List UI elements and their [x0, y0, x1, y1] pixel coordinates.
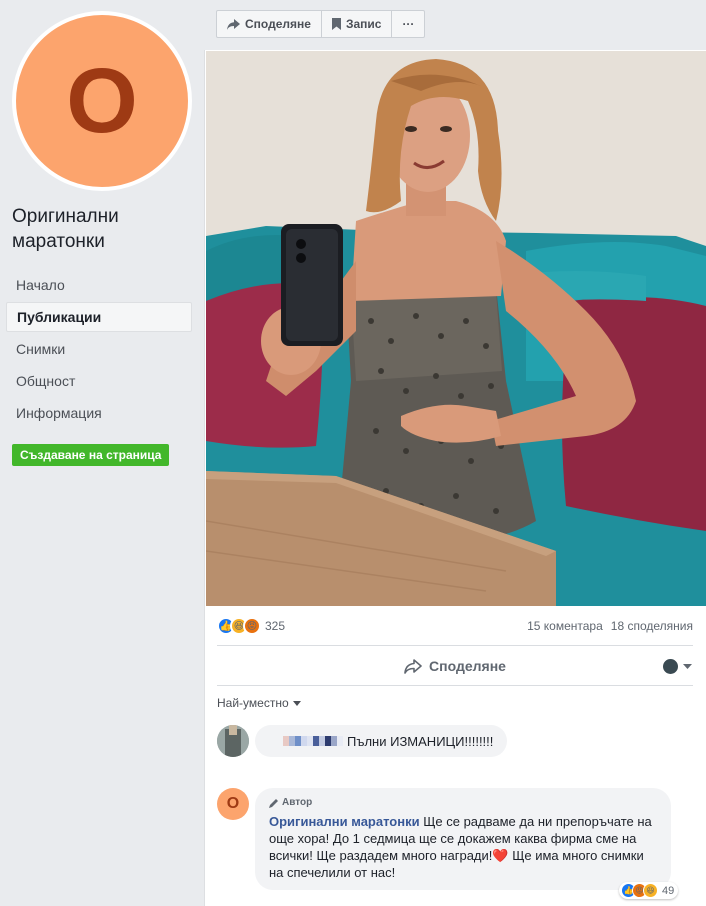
comment-body: Оригинални маратонки Ще се радваме да ни… — [269, 813, 659, 881]
author-avatar[interactable]: O — [217, 788, 249, 820]
haha-reaction-icon: 😆 — [643, 883, 658, 898]
author-badge: Автор — [269, 794, 659, 811]
page-title[interactable]: Оригинални маратонки — [12, 204, 197, 254]
post-stats: 👍 😆 😡 325 15 коментара 18 споделяния — [217, 615, 693, 637]
viewer-avatar — [663, 659, 678, 674]
commenter-avatar[interactable] — [217, 725, 249, 757]
page-avatar-letter: O — [66, 50, 138, 152]
caret-down-icon — [683, 663, 692, 669]
comment-sort-label: Най-уместно — [217, 696, 289, 710]
save-button[interactable]: Запис — [322, 11, 393, 37]
main-column: Споделяне Запис ··· 👍 😆 😡 325 15 комента… — [204, 0, 706, 906]
comment-bubble: Пълни ИЗМАНИЦИ!!!!!!!! — [255, 725, 508, 757]
author-avatar-letter: O — [226, 795, 240, 812]
create-page-button[interactable]: Създаване на страница — [12, 444, 170, 466]
share-action-button[interactable]: Споделяне — [217, 647, 693, 685]
comment-text: Пълни ИЗМАНИЦИ!!!!!!!! — [347, 733, 494, 749]
post-as-selector[interactable] — [663, 659, 692, 674]
share-icon — [227, 18, 240, 30]
share-icon — [404, 658, 422, 674]
more-options-button[interactable]: ··· — [392, 11, 424, 37]
divider — [217, 645, 693, 646]
comment: Пълни ИЗМАНИЦИ!!!!!!!! — [217, 725, 508, 757]
post-toolbar: Споделяне Запис ··· — [216, 10, 426, 38]
post-photo[interactable] — [206, 51, 706, 606]
pencil-icon — [269, 798, 278, 808]
photo-of-woman-holding-phone — [206, 51, 706, 606]
page-avatar[interactable]: O — [12, 11, 192, 191]
left-column: O Оригинални маратонки Начало Публикации… — [0, 0, 204, 906]
page-nav: Начало Публикации Снимки Общност Информа… — [6, 270, 192, 430]
comment-reactions-count: 49 — [662, 884, 675, 897]
nav-item-about[interactable]: Информация — [6, 398, 192, 428]
comment-author-name[interactable]: Оригинални маратонки — [269, 814, 420, 829]
divider — [217, 685, 693, 686]
heart-emoji-icon: ❤️ — [492, 848, 509, 863]
shares-count[interactable]: 18 споделяния — [611, 619, 693, 633]
nav-item-community[interactable]: Общност — [6, 366, 192, 396]
comment-reactions[interactable]: 👍 😡 😆 49 — [619, 882, 679, 899]
author-badge-label: Автор — [282, 797, 313, 808]
more-options-icon: ··· — [402, 17, 415, 31]
comments-count[interactable]: 15 коментара — [527, 619, 603, 633]
comment-bubble: Автор Оригинални маратонки Ще се радваме… — [255, 788, 671, 890]
reaction-icons[interactable]: 👍 😆 😡 — [217, 617, 261, 635]
nav-item-home[interactable]: Начало — [6, 270, 192, 300]
post-card: 👍 😆 😡 325 15 коментара 18 споделяния Спо… — [204, 50, 706, 906]
share-button-label: Споделяне — [245, 17, 311, 31]
reactions-count[interactable]: 325 — [265, 619, 285, 633]
bookmark-icon — [331, 18, 341, 30]
comment-sort-dropdown[interactable]: Най-уместно — [217, 696, 301, 710]
redacted-name[interactable] — [283, 736, 343, 746]
save-button-label: Запис — [345, 17, 382, 31]
caret-down-icon — [292, 700, 301, 706]
commenter-photo — [217, 725, 249, 757]
nav-item-photos[interactable]: Снимки — [6, 334, 192, 364]
share-button[interactable]: Споделяне — [217, 11, 322, 37]
nav-item-posts[interactable]: Публикации — [6, 302, 192, 332]
angry-reaction-icon: 😡 — [243, 617, 261, 635]
share-action-label: Споделяне — [429, 658, 506, 674]
